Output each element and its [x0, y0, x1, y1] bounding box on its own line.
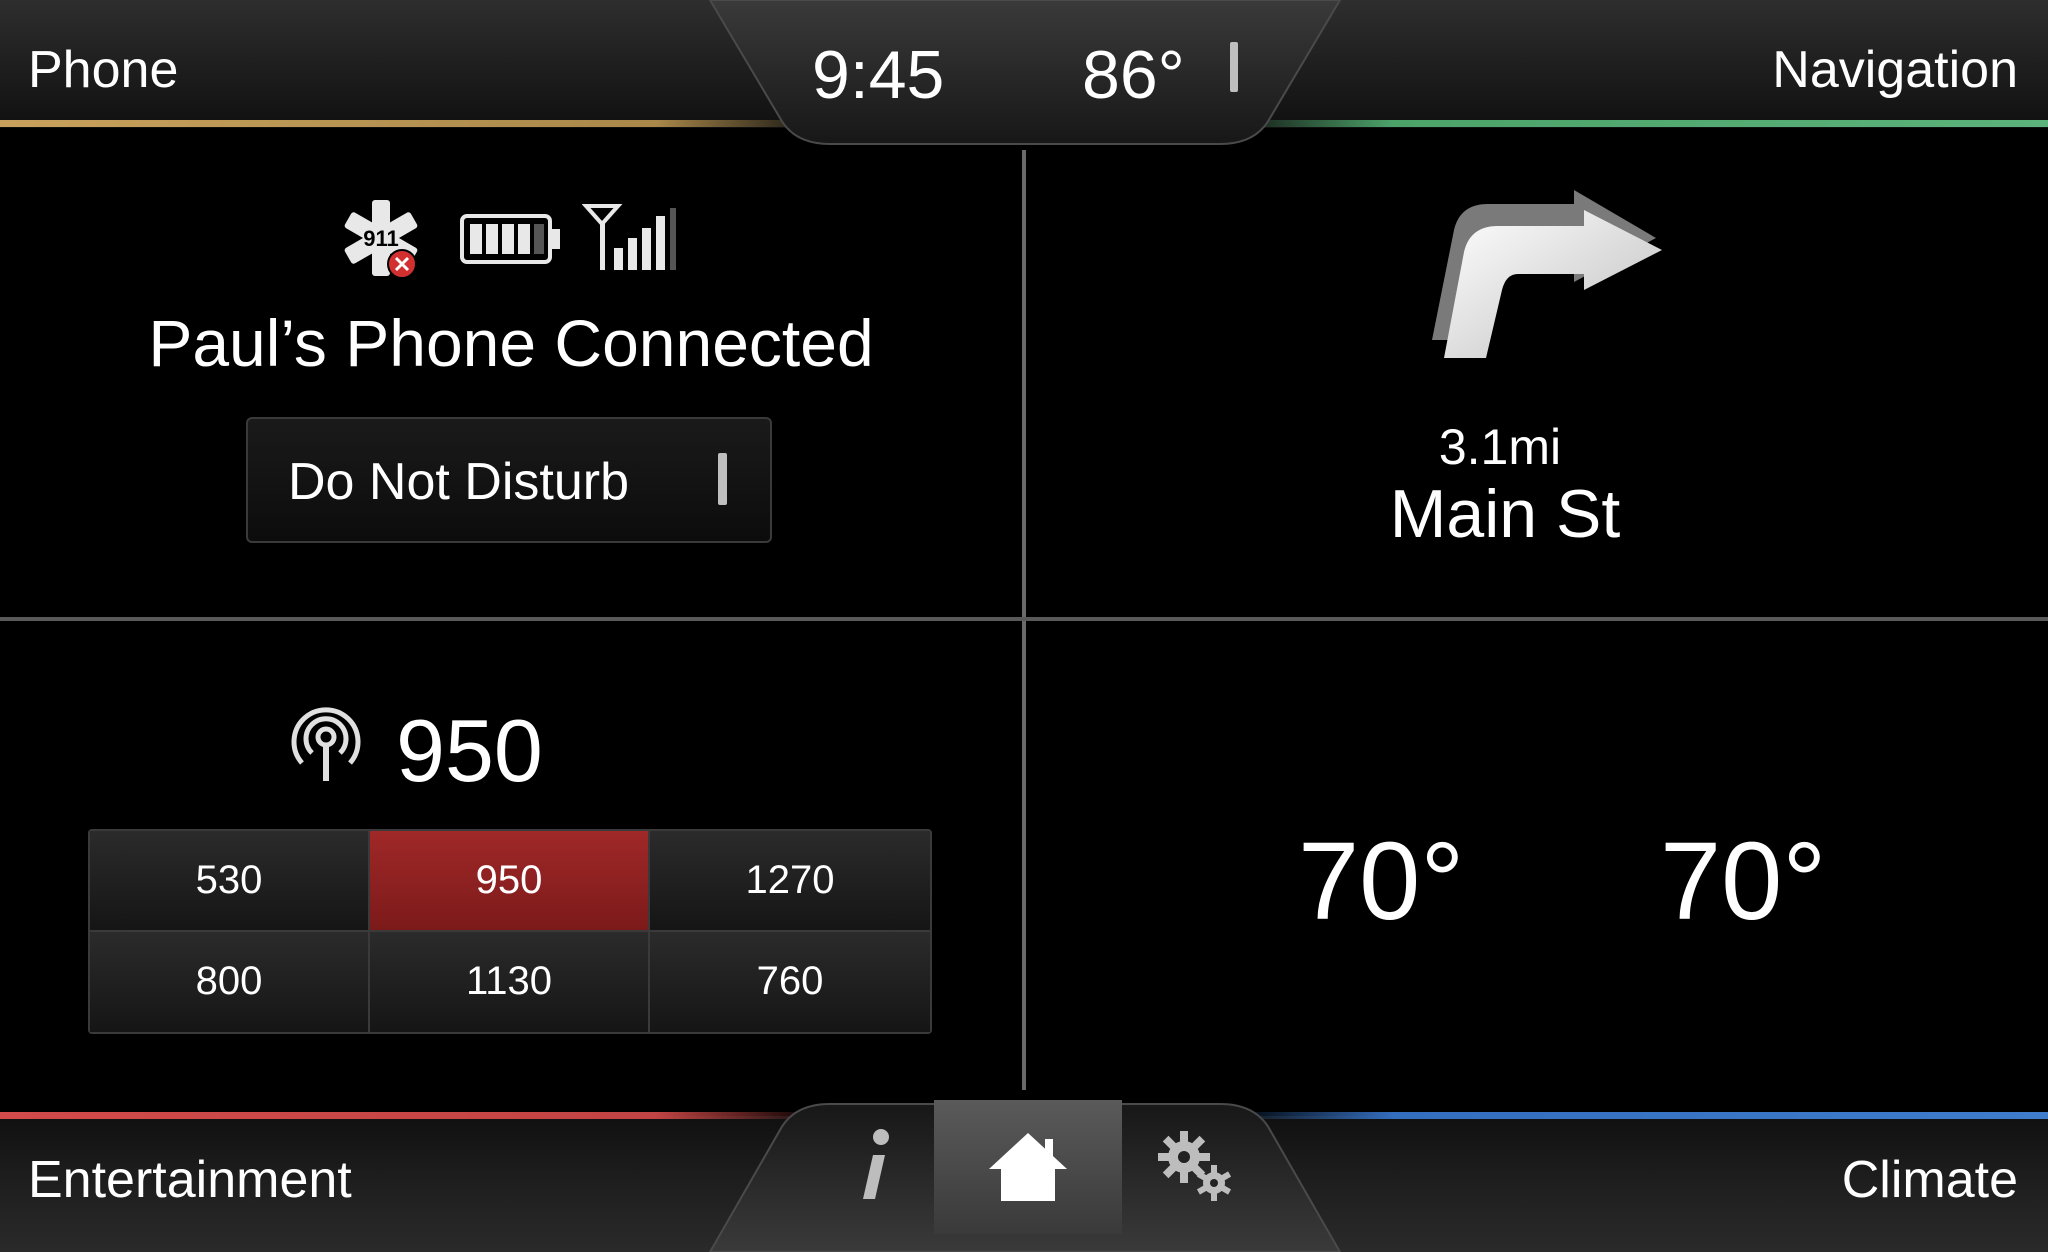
phone-tab[interactable]: Phone — [28, 40, 178, 100]
phone-status-text: Paul’s Phone Connected — [148, 306, 874, 380]
entertainment-accent-line — [0, 1112, 820, 1119]
info-icon — [863, 1129, 889, 1199]
home-icon — [989, 1133, 1067, 1201]
driver-temperature[interactable]: 70° — [1298, 818, 1464, 945]
status-indicator — [1230, 42, 1238, 92]
preset-button[interactable]: 1130 — [370, 931, 650, 1032]
preset-button[interactable]: 1270 — [650, 831, 930, 932]
preset-button[interactable]: 760 — [650, 931, 930, 1032]
preset-button[interactable]: 530 — [90, 831, 370, 932]
climate-accent-line — [1230, 1112, 2048, 1119]
climate-panel[interactable] — [1026, 621, 2048, 1101]
signal-strength-icon — [582, 204, 676, 270]
climate-tab[interactable]: Climate — [1842, 1150, 2018, 1210]
passenger-temperature[interactable]: 70° — [1660, 818, 1826, 945]
navigation-distance: 3.1mi — [1438, 419, 1562, 475]
gears-icon — [1158, 1131, 1232, 1201]
svg-text:911: 911 — [363, 226, 399, 251]
do-not-disturb-label: Do Not Disturb — [288, 453, 629, 511]
navigation-accent-line — [1230, 120, 2048, 127]
battery-icon — [460, 214, 560, 264]
status-tab — [708, 0, 1342, 145]
home-button[interactable] — [934, 1100, 1122, 1234]
current-frequency: 950 — [396, 701, 543, 800]
entertainment-tab[interactable]: Entertainment — [28, 1150, 352, 1210]
navigation-tab[interactable]: Navigation — [1772, 40, 2018, 100]
info-button[interactable] — [820, 1102, 930, 1232]
navigation-panel[interactable]: 3.1mi Main St — [1026, 150, 2048, 617]
outside-temperature: 86° — [1082, 37, 1185, 113]
do-not-disturb-toggle-indicator — [718, 453, 727, 505]
phone-accent-line — [0, 120, 820, 127]
right-turn-arrow-icon — [1432, 190, 1662, 358]
do-not-disturb-button[interactable]: Do Not Disturb — [246, 417, 772, 543]
settings-button[interactable] — [1126, 1102, 1266, 1232]
navigation-street: Main St — [1389, 476, 1621, 552]
preset-button-active[interactable]: 950 — [370, 831, 650, 932]
preset-grid: 530 950 1270 800 1130 760 — [88, 829, 932, 1034]
phone-panel[interactable]: 911 Paul’s Phone Connected — [0, 150, 1022, 617]
preset-button[interactable]: 800 — [90, 931, 370, 1032]
911-assist-icon: 911 — [344, 200, 418, 279]
am-radio-icon — [291, 707, 361, 781]
clock: 9:45 — [812, 37, 945, 113]
